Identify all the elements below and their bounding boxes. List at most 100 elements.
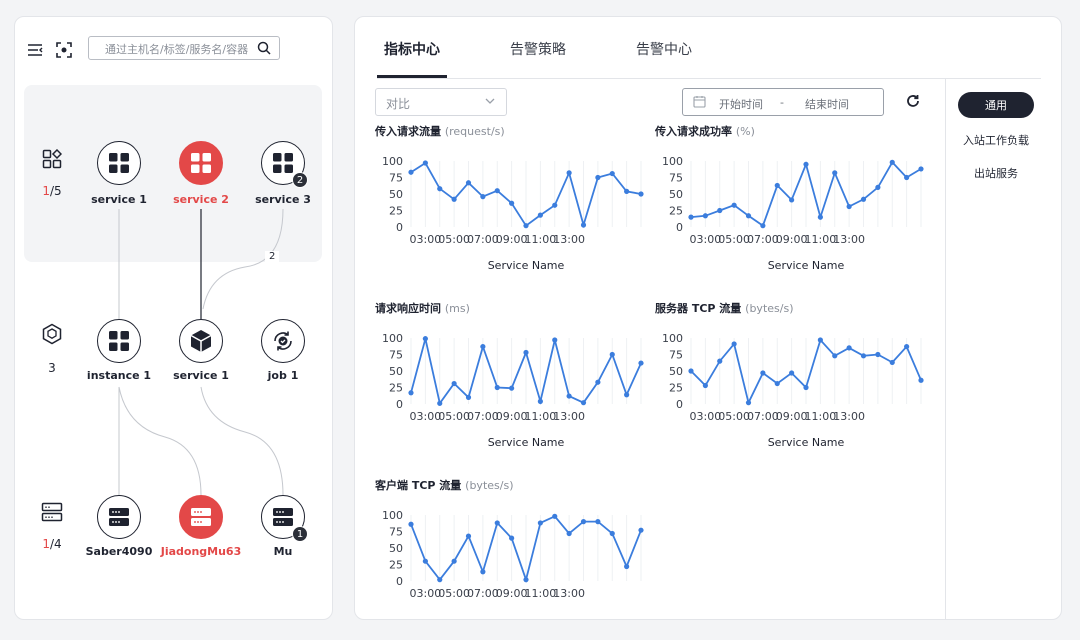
data-point[interactable]	[537, 398, 543, 404]
data-point[interactable]	[580, 400, 587, 406]
node-workload-service-1[interactable]	[179, 319, 223, 363]
data-point[interactable]	[580, 222, 587, 228]
data-point[interactable]	[523, 223, 529, 229]
data-point[interactable]	[803, 161, 809, 167]
data-point[interactable]	[918, 166, 924, 172]
data-point[interactable]	[624, 188, 630, 194]
node-service-2-alert[interactable]	[179, 141, 223, 185]
data-point[interactable]	[760, 370, 766, 376]
data-point[interactable]	[846, 203, 852, 210]
data-point[interactable]	[566, 170, 572, 176]
data-point[interactable]	[566, 530, 572, 537]
data-point[interactable]	[860, 353, 867, 359]
data-point[interactable]	[832, 353, 838, 359]
data-point[interactable]	[638, 360, 644, 366]
data-point[interactable]	[745, 400, 752, 406]
end-time-input[interactable]: 结束时间	[805, 96, 849, 112]
data-point[interactable]	[480, 194, 486, 200]
data-point[interactable]	[580, 519, 587, 525]
data-point[interactable]	[609, 351, 615, 358]
data-point[interactable]	[523, 349, 529, 356]
compare-select[interactable]: 对比	[375, 88, 507, 116]
data-point[interactable]	[688, 368, 694, 374]
data-point[interactable]	[422, 336, 428, 342]
tab-alert-center[interactable]: 告警中心	[636, 39, 692, 59]
data-point[interactable]	[437, 400, 443, 406]
data-point[interactable]	[817, 337, 823, 343]
data-point[interactable]	[566, 393, 572, 399]
data-point[interactable]	[537, 212, 543, 218]
data-point[interactable]	[465, 394, 472, 400]
data-point[interactable]	[480, 569, 486, 575]
data-point[interactable]	[624, 392, 630, 398]
tab-alert-policy[interactable]: 告警策略	[510, 39, 566, 59]
data-point[interactable]	[846, 345, 852, 351]
node-service-3[interactable]: 2	[261, 141, 308, 188]
data-point[interactable]	[702, 213, 708, 219]
data-point[interactable]	[875, 184, 881, 190]
data-point[interactable]	[875, 351, 881, 358]
data-point[interactable]	[422, 160, 428, 166]
data-point[interactable]	[789, 197, 795, 203]
data-point[interactable]	[638, 527, 644, 533]
node-service-1[interactable]	[97, 141, 141, 185]
outbound-service-link[interactable]: 出站服务	[947, 165, 1045, 181]
data-point[interactable]	[422, 558, 428, 564]
data-point[interactable]	[803, 384, 809, 391]
data-point[interactable]	[904, 343, 910, 350]
refresh-icon[interactable]	[904, 92, 922, 110]
data-point[interactable]	[437, 186, 443, 192]
data-point[interactable]	[437, 577, 443, 583]
data-point[interactable]	[494, 520, 500, 526]
data-point[interactable]	[552, 202, 558, 208]
data-point[interactable]	[688, 214, 694, 220]
data-point[interactable]	[465, 180, 472, 186]
data-point[interactable]	[731, 202, 737, 208]
data-point[interactable]	[609, 530, 615, 537]
data-point[interactable]	[774, 182, 780, 189]
data-point[interactable]	[789, 370, 795, 376]
data-point[interactable]	[494, 384, 500, 391]
data-point[interactable]	[918, 377, 924, 383]
node-host-mu[interactable]: 1	[261, 495, 308, 542]
data-point[interactable]	[745, 213, 752, 219]
data-point[interactable]	[832, 170, 838, 176]
data-point[interactable]	[624, 563, 630, 570]
data-point[interactable]	[408, 521, 414, 527]
data-point[interactable]	[408, 169, 414, 175]
inbound-workload-link[interactable]: 入站工作负载	[947, 132, 1045, 148]
start-time-input[interactable]: 开始时间	[719, 96, 763, 112]
data-point[interactable]	[451, 196, 457, 202]
node-instance-1[interactable]	[97, 319, 141, 363]
data-point[interactable]	[609, 170, 615, 177]
data-point[interactable]	[480, 343, 486, 350]
data-point[interactable]	[408, 390, 414, 396]
node-host-jiadongmu63-alert[interactable]	[179, 495, 223, 539]
data-point[interactable]	[860, 196, 867, 202]
data-point[interactable]	[494, 188, 500, 194]
data-point[interactable]	[451, 380, 457, 387]
data-point[interactable]	[537, 520, 543, 526]
data-point[interactable]	[552, 337, 558, 343]
data-point[interactable]	[817, 214, 823, 220]
data-point[interactable]	[760, 223, 766, 229]
data-point[interactable]	[731, 341, 737, 347]
data-point[interactable]	[702, 382, 708, 389]
date-range-picker[interactable]: 开始时间 - 结束时间	[682, 88, 884, 116]
data-point[interactable]	[889, 359, 895, 366]
data-point[interactable]	[638, 191, 644, 197]
data-point[interactable]	[509, 385, 515, 391]
data-point[interactable]	[523, 577, 529, 583]
data-point[interactable]	[717, 207, 723, 214]
data-point[interactable]	[451, 558, 457, 564]
data-point[interactable]	[595, 519, 601, 525]
data-point[interactable]	[889, 159, 895, 165]
data-point[interactable]	[774, 380, 780, 387]
data-point[interactable]	[509, 535, 515, 541]
data-point[interactable]	[465, 533, 472, 539]
data-point[interactable]	[904, 174, 910, 181]
data-point[interactable]	[595, 379, 601, 385]
node-host-saber4090[interactable]	[97, 495, 141, 539]
data-point[interactable]	[509, 200, 515, 206]
tab-metrics-center[interactable]: 指标中心	[384, 39, 440, 59]
